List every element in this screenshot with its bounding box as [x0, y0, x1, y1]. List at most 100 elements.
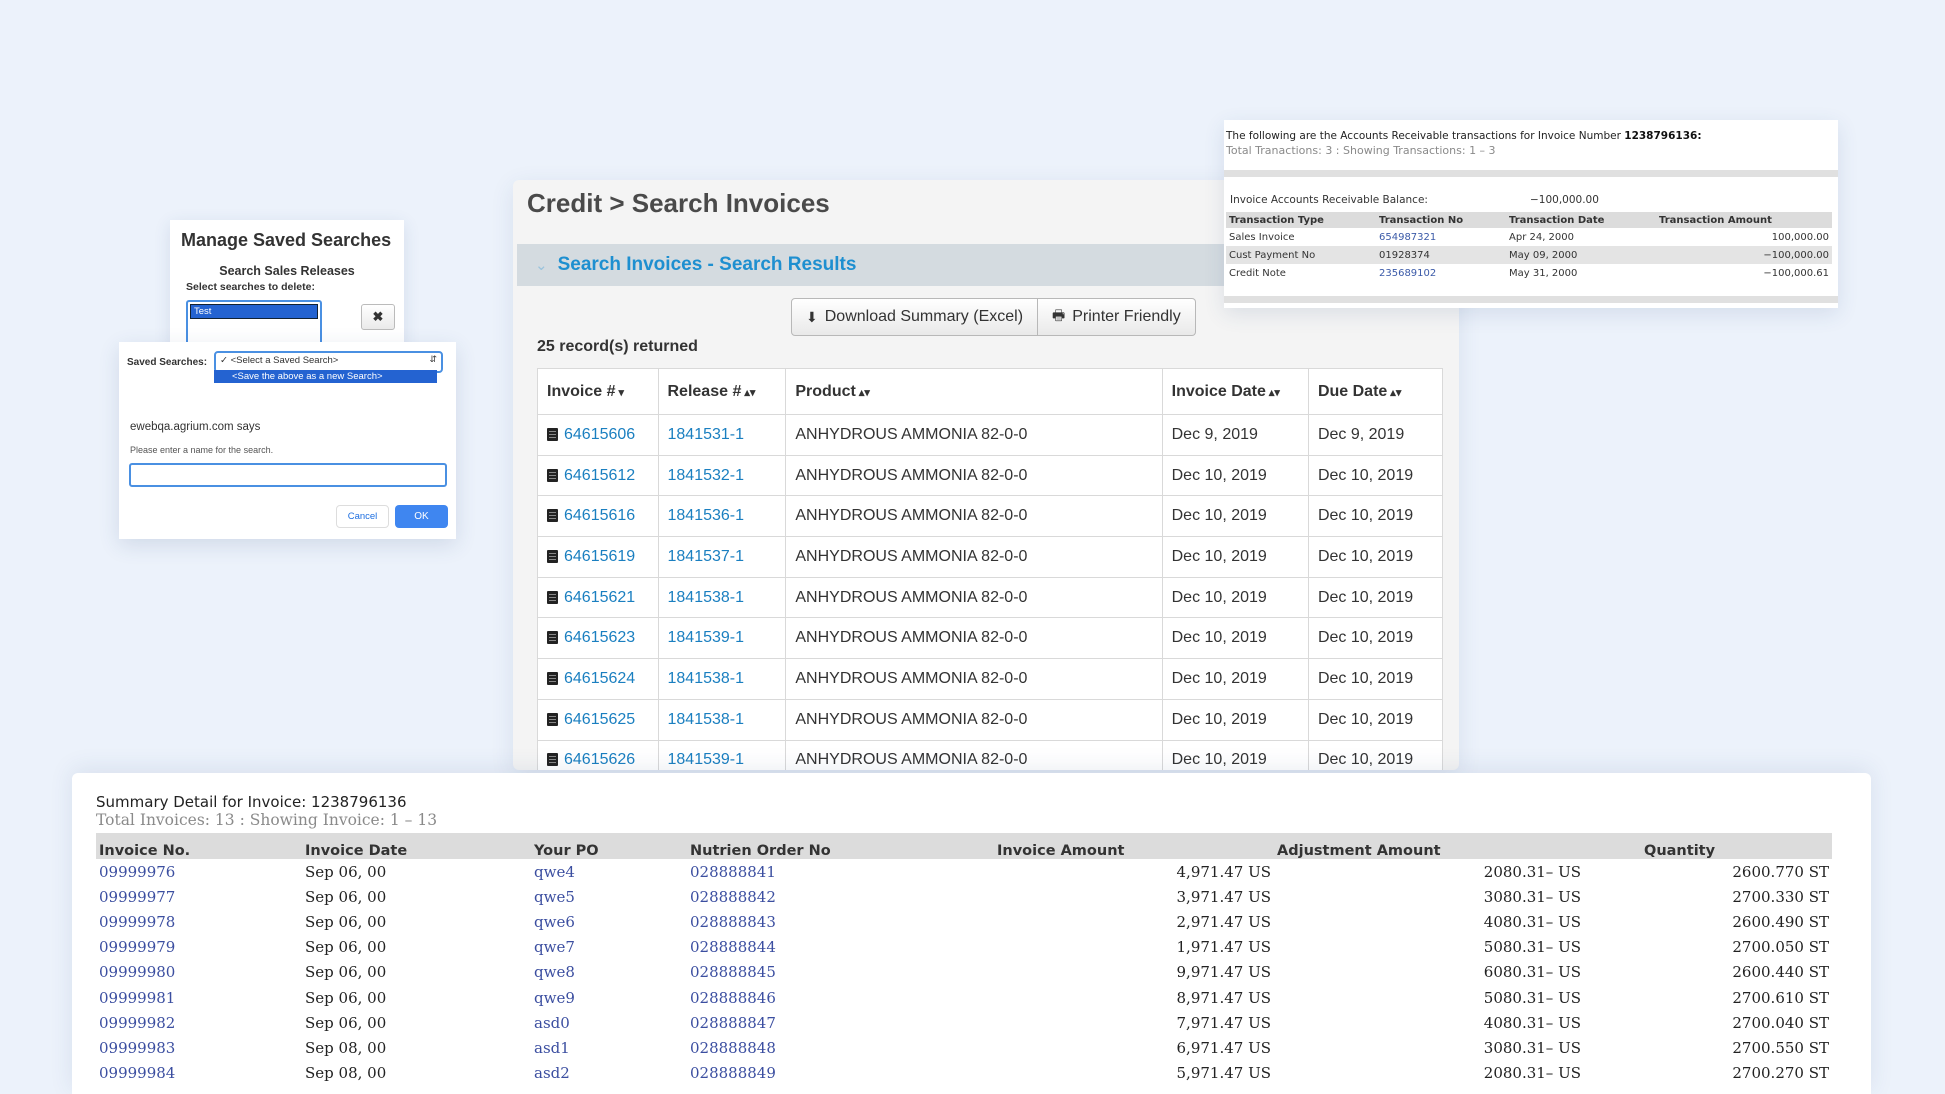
column-header-4[interactable]: Due Date ▴▾ [1307, 368, 1444, 415]
transaction-amount-cell: −100,000.00 [1656, 246, 1832, 264]
po-link[interactable]: qwe9 [534, 989, 575, 1007]
po-link[interactable]: asd1 [534, 1039, 570, 1057]
release-link[interactable]: 1841538-1 [668, 589, 745, 606]
po-link[interactable]: asd0 [534, 1014, 570, 1032]
order-no-link[interactable]: 028888848 [690, 1039, 776, 1057]
quantity-cell: 2700.040 ST [1732, 1013, 1829, 1032]
invoice-no-link[interactable]: 09999984 [99, 1064, 175, 1082]
invoice-link[interactable]: 64615619 [564, 548, 635, 565]
order-no-link[interactable]: 028888849 [690, 1064, 776, 1082]
delete-search-button[interactable]: ✖ [361, 304, 395, 330]
document-icon[interactable] [547, 671, 558, 685]
column-header-2[interactable]: Product ▴▾ [785, 368, 1163, 415]
invoice-no-link[interactable]: 09999983 [99, 1039, 175, 1057]
document-icon[interactable] [547, 753, 558, 767]
release-link[interactable]: 1841539-1 [668, 751, 745, 768]
po-link[interactable]: asd2 [534, 1064, 570, 1082]
invoice-link[interactable]: 64615623 [564, 629, 635, 646]
release-link[interactable]: 1841538-1 [668, 670, 745, 687]
order-no-link[interactable]: 028888846 [690, 989, 776, 1007]
sort-icon[interactable]: ▴▾ [1390, 387, 1401, 399]
po-cell: asd2 [531, 1061, 687, 1086]
order-no-link[interactable]: 028888843 [690, 913, 776, 931]
order-no-link[interactable]: 028888847 [690, 1014, 776, 1032]
column-header-label: Release # [667, 382, 742, 400]
table-row: 64615619 1841537-1 ANHYDROUS AMMONIA 82-0-… [537, 536, 1444, 578]
document-icon[interactable] [547, 549, 558, 563]
selected-option: ✓ <Select a Saved Search> [220, 355, 339, 366]
invoice-date-cell: Sep 06, 00 [305, 887, 387, 906]
release-link[interactable]: 1841539-1 [668, 629, 745, 646]
column-header-3[interactable]: Invoice Date ▴▾ [1161, 368, 1309, 415]
save-search-dialog: Saved Searches: ✓ <Select a Saved Search… [119, 342, 456, 539]
invoice-cell: 64615606 [537, 414, 659, 456]
po-link[interactable]: qwe7 [534, 938, 575, 956]
saved-search-option[interactable]: Test [190, 304, 318, 319]
column-header-1[interactable]: Release # ▴▾ [657, 368, 787, 415]
printer-friendly-button[interactable]: 🖶 Printer Friendly [1038, 298, 1196, 336]
order-no-link[interactable]: 028888842 [690, 888, 776, 906]
invoice-amount-cell: 9,971.47 US [1176, 963, 1271, 982]
invoice-no-link[interactable]: 09999982 [99, 1014, 175, 1032]
invoice-link[interactable]: 64615624 [564, 670, 635, 687]
due-date-cell: Dec 10, 2019 [1307, 658, 1444, 700]
document-icon[interactable] [547, 590, 558, 604]
invoice-link[interactable]: 64615625 [564, 711, 635, 728]
adjustment-amount-cell: 3080.31– US [1483, 1038, 1581, 1057]
column-header-1: Transaction No [1376, 212, 1506, 228]
invoice-no-link[interactable]: 09999980 [99, 963, 175, 981]
invoice-link[interactable]: 64615621 [564, 589, 635, 606]
sort-icon[interactable]: ▴▾ [744, 387, 755, 399]
document-icon[interactable] [547, 468, 558, 482]
document-icon[interactable] [547, 631, 558, 645]
release-link[interactable]: 1841532-1 [668, 467, 745, 484]
invoice-no-link[interactable]: 09999978 [99, 913, 175, 931]
po-link[interactable]: qwe4 [534, 863, 575, 881]
po-link[interactable]: qwe5 [534, 888, 575, 906]
product-cell: ANHYDROUS AMMONIA 82-0-0 [785, 658, 1163, 700]
column-header-3: Transaction Amount [1656, 212, 1832, 228]
invoice-date-cell: Dec 10, 2019 [1161, 495, 1309, 538]
cancel-button[interactable]: Cancel [336, 505, 389, 528]
invoice-link[interactable]: 64615612 [564, 467, 635, 484]
invoice-link[interactable]: 64615616 [564, 507, 635, 524]
adjustment-amount-cell: 2080.31– US [1483, 862, 1581, 881]
document-icon[interactable] [547, 427, 558, 441]
invoice-no-cell: 09999977 [96, 884, 302, 909]
transaction-link[interactable]: 654987321 [1379, 232, 1436, 243]
release-link[interactable]: 1841538-1 [668, 711, 745, 728]
invoice-amount-cell: 8,971.47 US [1176, 988, 1271, 1007]
release-link[interactable]: 1841536-1 [668, 507, 745, 524]
save-new-search-option[interactable]: <Save the above as a new Search> [214, 370, 437, 383]
invoice-link[interactable]: 64615606 [564, 426, 635, 443]
po-link[interactable]: qwe8 [534, 963, 575, 981]
ok-button[interactable]: OK [395, 505, 448, 528]
product-cell: ANHYDROUS AMMONIA 82-0-0 [785, 536, 1163, 578]
transaction-no-cell: 235689102 [1376, 264, 1506, 282]
invoice-no-link[interactable]: 09999979 [99, 938, 175, 956]
column-header-0[interactable]: Invoice # ▾ [537, 368, 659, 415]
document-icon[interactable] [547, 509, 558, 523]
transaction-no-cell: 654987321 [1376, 228, 1506, 246]
release-link[interactable]: 1841531-1 [668, 426, 745, 443]
document-icon[interactable] [547, 712, 558, 726]
sort-icon[interactable]: ▴▾ [859, 387, 870, 399]
sort-icon[interactable]: ▾ [618, 387, 624, 399]
transaction-link[interactable]: 235689102 [1379, 268, 1436, 279]
quantity-cell: 2700.050 ST [1732, 938, 1829, 957]
invoice-no-cell: 09999980 [96, 960, 302, 985]
po-link[interactable]: qwe6 [534, 913, 575, 931]
order-no-link[interactable]: 028888844 [690, 938, 776, 956]
due-date-cell: Dec 10, 2019 [1307, 739, 1444, 770]
sort-icon[interactable]: ▴▾ [1269, 387, 1280, 399]
invoice-link[interactable]: 64615626 [564, 751, 635, 768]
invoice-no-link[interactable]: 09999981 [99, 989, 175, 1007]
release-link[interactable]: 1841537-1 [668, 548, 745, 565]
search-name-input[interactable] [129, 463, 447, 487]
order-no-link[interactable]: 028888845 [690, 963, 776, 981]
order-no-link[interactable]: 028888841 [690, 863, 776, 881]
invoice-no-link[interactable]: 09999977 [99, 888, 175, 906]
download-summary-button[interactable]: ⬇ Download Summary (Excel) [791, 298, 1039, 336]
chevron-down-icon[interactable]: ⌄ [535, 256, 548, 274]
invoice-no-link[interactable]: 09999976 [99, 863, 175, 881]
